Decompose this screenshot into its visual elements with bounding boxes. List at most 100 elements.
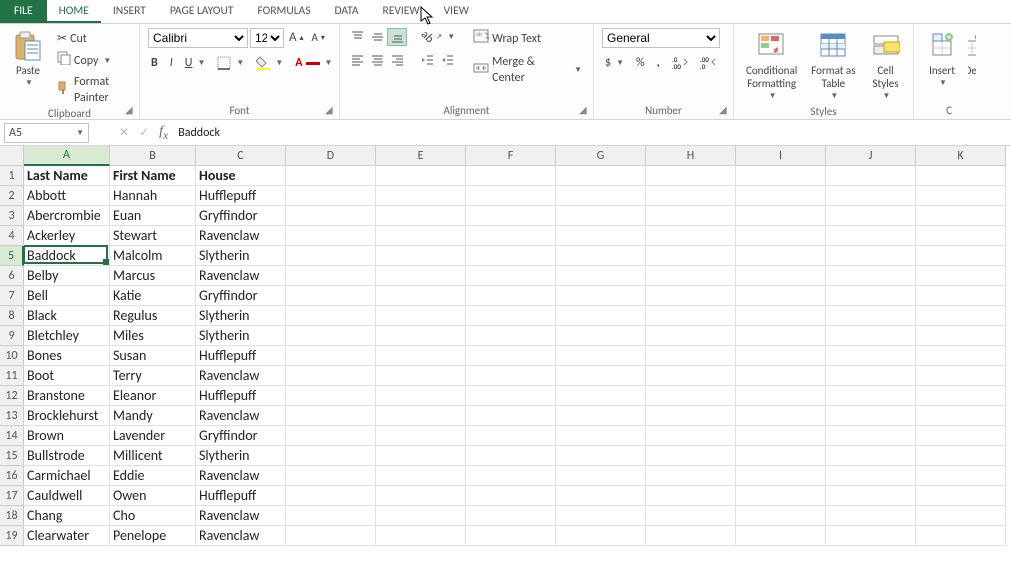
cell[interactable]: Hufflepuff bbox=[196, 346, 286, 366]
tab-file[interactable]: FILE bbox=[0, 0, 47, 23]
cell[interactable] bbox=[286, 466, 376, 486]
cell[interactable] bbox=[466, 306, 556, 326]
cell[interactable] bbox=[916, 226, 1006, 246]
cell[interactable]: House bbox=[196, 166, 286, 186]
cell[interactable] bbox=[556, 246, 646, 266]
cell[interactable]: Slytherin bbox=[196, 306, 286, 326]
cell[interactable]: Black bbox=[24, 306, 110, 326]
cell[interactable]: Owen bbox=[110, 486, 196, 506]
cell[interactable]: Chang bbox=[24, 506, 110, 526]
dialog-launcher-icon[interactable]: ◢ bbox=[719, 105, 731, 117]
cell[interactable] bbox=[286, 446, 376, 466]
cell[interactable] bbox=[376, 466, 466, 486]
copy-button[interactable]: Copy ▼ bbox=[54, 50, 131, 71]
cell[interactable] bbox=[916, 326, 1006, 346]
cell[interactable] bbox=[556, 366, 646, 386]
cell[interactable]: Ravenclaw bbox=[196, 366, 286, 386]
cell[interactable] bbox=[466, 386, 556, 406]
align-left-button[interactable] bbox=[348, 52, 366, 68]
cell[interactable] bbox=[736, 406, 826, 426]
tab-formulas[interactable]: FORMULAS bbox=[245, 0, 322, 23]
cell[interactable] bbox=[286, 266, 376, 286]
cell[interactable] bbox=[916, 386, 1006, 406]
tab-data[interactable]: DATA bbox=[322, 0, 370, 23]
decrease-indent-button[interactable] bbox=[418, 52, 436, 68]
cell[interactable] bbox=[736, 526, 826, 546]
cell[interactable]: Slytherin bbox=[196, 446, 286, 466]
cell[interactable]: Slytherin bbox=[196, 326, 286, 346]
column-header[interactable]: D bbox=[286, 146, 376, 166]
cell[interactable] bbox=[736, 306, 826, 326]
column-header[interactable]: I bbox=[736, 146, 826, 166]
cell[interactable] bbox=[736, 186, 826, 206]
cell[interactable] bbox=[466, 266, 556, 286]
merge-center-button[interactable]: Merge & Center ▼ bbox=[470, 53, 585, 87]
increase-decimal-button[interactable]: .0.00 bbox=[669, 55, 691, 71]
row-header[interactable]: 5 bbox=[0, 246, 24, 266]
enter-formula-button[interactable]: ✓ bbox=[139, 125, 149, 140]
cell[interactable] bbox=[286, 166, 376, 186]
cell[interactable] bbox=[736, 486, 826, 506]
row-header[interactable]: 15 bbox=[0, 446, 24, 466]
cell[interactable]: Euan bbox=[110, 206, 196, 226]
cell[interactable] bbox=[376, 306, 466, 326]
name-box[interactable]: A5 ▼ bbox=[4, 123, 89, 143]
insert-cells-button[interactable]: Insert▼ bbox=[922, 28, 962, 92]
accounting-button[interactable]: $▼ bbox=[602, 54, 627, 72]
cell[interactable]: Ravenclaw bbox=[196, 226, 286, 246]
cell[interactable]: Cho bbox=[110, 506, 196, 526]
cell[interactable] bbox=[466, 486, 556, 506]
row-header[interactable]: 10 bbox=[0, 346, 24, 366]
border-button[interactable]: ▼ bbox=[214, 54, 247, 72]
row-header[interactable]: 9 bbox=[0, 326, 24, 346]
cell[interactable] bbox=[376, 366, 466, 386]
cell[interactable]: Bell bbox=[24, 286, 110, 306]
cell[interactable] bbox=[646, 386, 736, 406]
cell[interactable]: Eleanor bbox=[110, 386, 196, 406]
row-header[interactable]: 7 bbox=[0, 286, 24, 306]
cell[interactable] bbox=[916, 286, 1006, 306]
cell[interactable] bbox=[556, 206, 646, 226]
cell[interactable] bbox=[826, 526, 916, 546]
cell[interactable] bbox=[736, 346, 826, 366]
cell[interactable] bbox=[286, 286, 376, 306]
cell[interactable] bbox=[646, 286, 736, 306]
cell[interactable]: First Name bbox=[110, 166, 196, 186]
cell[interactable] bbox=[736, 466, 826, 486]
cell[interactable]: Bullstrode bbox=[24, 446, 110, 466]
number-format-select[interactable]: General bbox=[602, 28, 720, 48]
percent-button[interactable]: % bbox=[633, 54, 648, 72]
cell[interactable] bbox=[286, 306, 376, 326]
cell[interactable] bbox=[826, 226, 916, 246]
column-header[interactable]: E bbox=[376, 146, 466, 166]
cell[interactable] bbox=[646, 366, 736, 386]
cell[interactable] bbox=[556, 286, 646, 306]
increase-indent-button[interactable] bbox=[438, 52, 456, 68]
cell[interactable] bbox=[376, 486, 466, 506]
cell[interactable]: Carmichael bbox=[24, 466, 110, 486]
cell[interactable] bbox=[466, 226, 556, 246]
cell[interactable] bbox=[376, 186, 466, 206]
row-header[interactable]: 11 bbox=[0, 366, 24, 386]
italic-button[interactable]: I bbox=[167, 54, 176, 72]
cell[interactable] bbox=[286, 246, 376, 266]
cell[interactable]: Bletchley bbox=[24, 326, 110, 346]
column-header[interactable]: J bbox=[826, 146, 916, 166]
cell[interactable]: Hufflepuff bbox=[196, 486, 286, 506]
conditional-formatting-button[interactable]: ≠ Conditional Formatting▼ bbox=[742, 28, 801, 105]
tab-page-layout[interactable]: PAGE LAYOUT bbox=[158, 0, 246, 23]
cell[interactable] bbox=[826, 166, 916, 186]
cell[interactable]: Branstone bbox=[24, 386, 110, 406]
cell[interactable] bbox=[916, 306, 1006, 326]
cell[interactable]: Ravenclaw bbox=[196, 526, 286, 546]
cell[interactable] bbox=[556, 266, 646, 286]
cell[interactable] bbox=[556, 426, 646, 446]
dialog-launcher-icon[interactable]: ◢ bbox=[125, 105, 137, 117]
cell[interactable] bbox=[916, 426, 1006, 446]
cell[interactable] bbox=[286, 366, 376, 386]
cell[interactable]: Hufflepuff bbox=[196, 386, 286, 406]
cell[interactable] bbox=[376, 526, 466, 546]
cell[interactable]: Belby bbox=[24, 266, 110, 286]
cell[interactable]: Ravenclaw bbox=[196, 266, 286, 286]
align-right-button[interactable] bbox=[388, 52, 406, 68]
